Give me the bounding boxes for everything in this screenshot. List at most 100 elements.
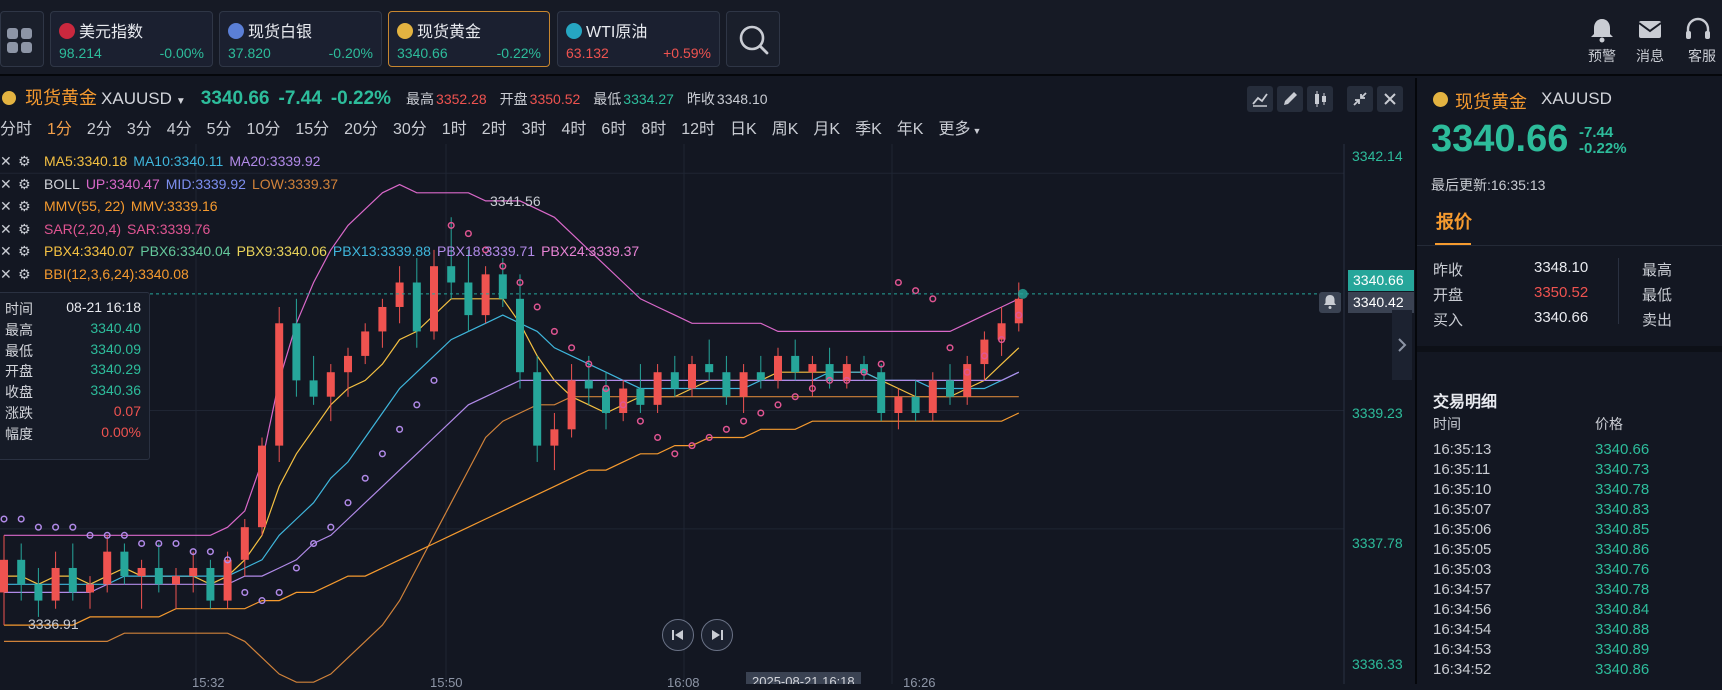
period-tab[interactable]: 15分 bbox=[295, 115, 329, 139]
quote-card-gold[interactable]: 现货黄金 3340.66 -0.22% bbox=[388, 11, 550, 67]
sar-dot bbox=[241, 588, 249, 596]
tooltip-key: 涨跌 bbox=[5, 405, 33, 421]
indicator-value: MMV:3339.16 bbox=[130, 198, 218, 214]
tooltip-value: 08-21 16:18 bbox=[66, 299, 141, 315]
chart-symbol-name[interactable]: 现货黄金 bbox=[25, 88, 97, 108]
period-tab[interactable]: 3分 bbox=[127, 115, 152, 139]
trade-row: 16:34:56 3340.84 bbox=[1433, 601, 1722, 621]
period-tab[interactable]: 季K bbox=[855, 115, 882, 139]
candle-body bbox=[103, 551, 112, 585]
message-button[interactable]: 消息 bbox=[1628, 16, 1672, 66]
period-tab[interactable]: 月K bbox=[813, 115, 840, 139]
close-chart-button[interactable] bbox=[1377, 86, 1403, 112]
indicator-value: UP:3340.47 bbox=[85, 175, 160, 192]
remove-indicator-icon[interactable]: ✕ bbox=[0, 263, 18, 286]
tooltip-row: 开盘 3340.29 bbox=[5, 361, 141, 383]
trade-row: 16:35:05 3340.86 bbox=[1433, 541, 1722, 561]
period-tab[interactable]: 20分 bbox=[344, 115, 378, 139]
quote-grid-key: 买入 bbox=[1433, 312, 1464, 329]
indicator-settings-icon[interactable]: ⚙ bbox=[18, 263, 44, 286]
quote-card-wti-oil[interactable]: WTI原油 63.132 +0.59% bbox=[557, 11, 720, 67]
next-page-button[interactable] bbox=[701, 619, 733, 651]
quote-name-row: 现货白银 bbox=[228, 18, 312, 42]
collapse-button[interactable] bbox=[1347, 86, 1373, 112]
mail-icon bbox=[1638, 21, 1662, 38]
indicator-tool-button[interactable] bbox=[1247, 86, 1273, 112]
period-tab[interactable]: 年K bbox=[897, 115, 924, 139]
period-tab[interactable]: 2时 bbox=[482, 115, 507, 139]
period-tab[interactable]: 日K bbox=[730, 115, 757, 139]
indicator-settings-icon[interactable]: ⚙ bbox=[18, 240, 44, 263]
bell-icon[interactable] bbox=[1319, 292, 1341, 313]
quote-name: 现货白银 bbox=[248, 24, 313, 41]
trade-time: 16:35:05 bbox=[1433, 541, 1492, 558]
search-button[interactable] bbox=[726, 11, 780, 67]
remove-indicator-icon[interactable]: ✕ bbox=[0, 218, 18, 241]
remove-indicator-icon[interactable]: ✕ bbox=[0, 240, 18, 263]
period-tab[interactable]: 1时 bbox=[442, 115, 467, 139]
chevron-down-icon: ▼ bbox=[972, 126, 982, 136]
period-tab[interactable]: 更多 ▼ bbox=[938, 115, 981, 139]
prev-page-button[interactable] bbox=[662, 619, 694, 651]
period-tab[interactable]: 周K bbox=[772, 115, 799, 139]
period-tab[interactable]: 2分 bbox=[87, 115, 112, 139]
indicator-value: PBX9:3340.06 bbox=[236, 243, 327, 259]
indicator-line bbox=[4, 396, 1019, 683]
period-tab[interactable]: 5分 bbox=[207, 115, 232, 139]
apps-grid-button[interactable] bbox=[0, 11, 44, 67]
candle-body bbox=[68, 567, 77, 593]
indicator-settings-icon[interactable]: ⚙ bbox=[18, 173, 44, 196]
quote-card-silver[interactable]: 现货白银 37.820 -0.20% bbox=[219, 11, 382, 67]
period-tab[interactable]: 12时 bbox=[681, 115, 715, 139]
trades-title: 交易明细 bbox=[1433, 394, 1498, 411]
service-button[interactable]: 客服 bbox=[1676, 16, 1722, 66]
chevron-down-icon[interactable]: ▼ bbox=[176, 96, 186, 107]
trade-price: 3340.78 bbox=[1595, 481, 1650, 498]
candle-style-button[interactable] bbox=[1307, 86, 1333, 112]
expand-panel-button[interactable] bbox=[1392, 310, 1412, 380]
remove-indicator-icon[interactable]: ✕ bbox=[0, 173, 18, 196]
indicator-settings-icon[interactable]: ⚙ bbox=[18, 150, 44, 173]
indicator-settings-icon[interactable]: ⚙ bbox=[18, 218, 44, 241]
sar-dot bbox=[275, 588, 283, 596]
sar-dot bbox=[740, 417, 748, 425]
indicator-settings-icon[interactable]: ⚙ bbox=[18, 195, 44, 218]
period-tab[interactable]: 分时 bbox=[0, 115, 32, 139]
candle-body bbox=[516, 298, 524, 373]
sar-dot bbox=[671, 450, 679, 458]
candle-body bbox=[533, 372, 542, 446]
alert-button[interactable]: 预警 bbox=[1580, 16, 1624, 66]
period-tab[interactable]: 8时 bbox=[641, 115, 666, 139]
candle-body bbox=[378, 306, 387, 332]
period-tab[interactable]: 1分 bbox=[47, 115, 72, 139]
trade-time: 16:35:11 bbox=[1433, 461, 1491, 478]
period-tab[interactable]: 4分 bbox=[167, 115, 192, 139]
quote-price: 3340.66 bbox=[397, 45, 448, 61]
candle-body bbox=[292, 323, 301, 381]
trade-time: 16:35:03 bbox=[1433, 561, 1492, 578]
period-tab[interactable]: 6时 bbox=[601, 115, 626, 139]
side-symbol-code: XAUUSD bbox=[1541, 89, 1612, 108]
period-tab[interactable]: 10分 bbox=[247, 115, 281, 139]
trade-price: 3340.78 bbox=[1595, 581, 1650, 598]
tab-quote[interactable]: 报价 bbox=[1436, 208, 1472, 234]
candle-body bbox=[223, 559, 232, 601]
quote-card-usd-index[interactable]: 美元指数 98.214 -0.00% bbox=[50, 11, 213, 67]
period-tab[interactable]: 4时 bbox=[562, 115, 587, 139]
period-tab[interactable]: 30分 bbox=[393, 115, 427, 139]
sar-dot bbox=[344, 499, 352, 507]
quote-grid-key: 最高 bbox=[1642, 262, 1673, 279]
us-flag-icon bbox=[59, 23, 75, 39]
remove-indicator-icon[interactable]: ✕ bbox=[0, 150, 18, 173]
draw-tool-button[interactable] bbox=[1277, 86, 1303, 112]
remove-indicator-icon[interactable]: ✕ bbox=[0, 195, 18, 218]
chevron-right-icon bbox=[1398, 338, 1407, 352]
tooltip-value: 3340.36 bbox=[90, 382, 141, 399]
period-tab[interactable]: 3时 bbox=[522, 115, 547, 139]
quote-price: 37.820 bbox=[228, 45, 271, 61]
sar-dot bbox=[413, 401, 421, 409]
candle-body bbox=[34, 584, 43, 601]
gold-icon bbox=[2, 91, 16, 105]
indicator-value: LOW:3339.37 bbox=[251, 175, 339, 192]
chart-symbol-code[interactable]: XAUUSD bbox=[101, 89, 172, 108]
